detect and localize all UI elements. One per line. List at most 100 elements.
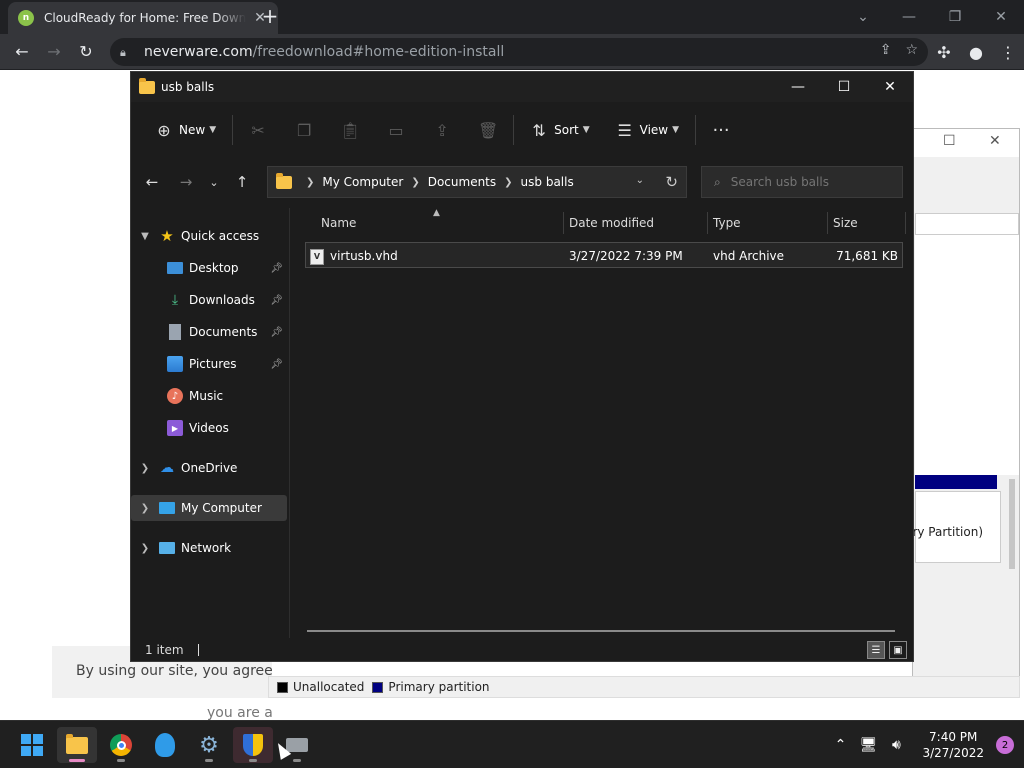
address-bar[interactable]: 🔒︎ neverware.com/freedownload#home-editi… xyxy=(110,38,928,66)
forward-arrow-icon[interactable]: → xyxy=(38,36,70,68)
recent-locations-chevron-icon[interactable]: ⌄ xyxy=(201,167,227,197)
pin-icon[interactable]: 📌︎ xyxy=(270,263,283,274)
disk-scrollbar[interactable] xyxy=(1009,479,1015,569)
show-hidden-icons-chevron-icon[interactable]: ⌃ xyxy=(828,737,852,753)
search-box[interactable]: ⌕ xyxy=(701,166,903,198)
network-monitor-icon[interactable]: 🖥︎ xyxy=(856,737,880,753)
delete-button[interactable]: 🗑︎ xyxy=(473,114,503,146)
forward-arrow-icon[interactable]: → xyxy=(171,167,201,197)
back-arrow-icon[interactable]: ← xyxy=(6,36,38,68)
column-header-date-modified[interactable]: Date modified xyxy=(569,208,654,238)
extensions-puzzle-icon[interactable]: ✣ xyxy=(928,43,960,62)
sidebar-item-quick-access[interactable]: ▼ ★ Quick access xyxy=(131,223,287,249)
chevron-right-icon[interactable]: ❯ xyxy=(131,463,159,474)
scissors-icon: ✂ xyxy=(251,120,265,140)
chrome-toolbar: ← → ↻ 🔒︎ neverware.com/freedownload#home… xyxy=(0,34,1024,70)
chevron-down-icon[interactable]: ▼ xyxy=(131,231,159,242)
file-name: virtusb.vhd xyxy=(330,249,398,263)
sort-button[interactable]: ⇅ Sort ▼ xyxy=(524,114,596,146)
column-header-type[interactable]: Type xyxy=(713,208,741,238)
sidebar-label: Downloads xyxy=(189,293,255,307)
taskbar-chrome[interactable] xyxy=(101,727,141,763)
sidebar-item-music[interactable]: ♪ Music xyxy=(131,383,287,409)
refresh-icon[interactable]: ↻ xyxy=(665,173,678,191)
videos-icon: ▶ xyxy=(167,420,183,436)
large-icons-view-icon[interactable]: ▣ xyxy=(889,641,907,659)
restore-icon[interactable]: ❐ xyxy=(932,0,978,34)
pin-icon[interactable]: 📌︎ xyxy=(270,327,283,338)
pin-icon[interactable]: 📌︎ xyxy=(270,359,283,370)
explorer-titlebar[interactable]: usb balls — ☐ ✕ xyxy=(131,72,913,102)
sidebar-item-pictures[interactable]: Pictures 📌︎ xyxy=(131,351,287,377)
sidebar-item-documents[interactable]: Documents 📌︎ xyxy=(131,319,287,345)
table-row[interactable]: V virtusb.vhd 3/27/2022 7:39 PM vhd Arch… xyxy=(305,242,903,268)
taskbar-tips[interactable] xyxy=(145,727,185,763)
chevron-right-icon[interactable]: ❯ xyxy=(131,543,159,554)
share-icon[interactable]: ⇪ xyxy=(880,42,892,58)
close-window-icon[interactable]: ✕ xyxy=(978,0,1024,34)
sort-ascending-icon: ▲ xyxy=(433,208,440,218)
notification-badge[interactable]: 2 xyxy=(996,736,1014,754)
chrome-menu-icon[interactable]: ⋮ xyxy=(992,43,1024,62)
paste-button[interactable]: 📋︎ xyxy=(335,114,365,146)
sidebar-item-desktop[interactable]: Desktop 📌︎ xyxy=(131,255,287,281)
column-divider[interactable] xyxy=(563,212,564,234)
disk-management-window[interactable]: ☐ ✕ (Recovery Partition) xyxy=(912,128,1020,698)
sidebar-item-onedrive[interactable]: ❯ ☁ OneDrive xyxy=(131,455,287,481)
new-tab-plus-icon[interactable]: + xyxy=(260,6,280,26)
chevron-right-icon[interactable]: ❯ xyxy=(131,503,159,514)
pin-icon[interactable]: 📌︎ xyxy=(270,295,283,306)
clock[interactable]: 7:40 PM 3/27/2022 xyxy=(922,729,984,761)
up-arrow-icon[interactable]: ↑ xyxy=(227,167,257,197)
more-options-button[interactable]: ··· xyxy=(706,114,736,146)
start-button[interactable] xyxy=(12,727,52,763)
column-header-name[interactable]: Name xyxy=(321,208,356,238)
copy-icon: ❐ xyxy=(296,120,312,140)
breadcrumb-documents[interactable]: Documents xyxy=(428,175,496,189)
address-dropdown-icon[interactable]: ⌄ xyxy=(636,175,644,186)
pane-splitter[interactable] xyxy=(289,208,290,638)
new-button[interactable]: ⊕ New ▼ xyxy=(149,114,222,146)
search-input[interactable] xyxy=(730,175,891,189)
rename-button[interactable]: ▭ xyxy=(381,114,411,146)
taskbar-settings[interactable]: ⚙ xyxy=(189,727,229,763)
column-header-size[interactable]: Size xyxy=(833,208,858,238)
breadcrumb-my-computer[interactable]: My Computer xyxy=(322,175,403,189)
details-view-icon[interactable]: ☰ xyxy=(867,641,885,659)
column-divider[interactable] xyxy=(905,212,906,234)
bookmark-star-icon[interactable]: ☆ xyxy=(905,42,918,58)
close-icon[interactable]: ✕ xyxy=(867,72,913,102)
sidebar-item-videos[interactable]: ▶ Videos xyxy=(131,415,287,441)
breadcrumb-usb-balls[interactable]: usb balls xyxy=(521,175,574,189)
taskbar-security-shield[interactable] xyxy=(233,727,273,763)
view-button[interactable]: ☰ View ▼ xyxy=(610,114,685,146)
disk-list-header xyxy=(915,213,1019,235)
browser-tab[interactable]: n CloudReady for Home: Free Download ✕ xyxy=(8,2,278,34)
sidebar-item-my-computer[interactable]: ❯ My Computer xyxy=(131,495,287,521)
reload-icon[interactable]: ↻ xyxy=(70,36,102,68)
column-divider[interactable] xyxy=(707,212,708,234)
pictures-icon xyxy=(167,356,183,372)
horizontal-scrollbar[interactable] xyxy=(307,630,895,632)
trash-icon: 🗑︎ xyxy=(477,120,499,140)
minimize-icon[interactable]: — xyxy=(886,0,932,34)
sidebar-item-network[interactable]: ❯ Network xyxy=(131,535,287,561)
tab-search-chevron-icon[interactable]: ⌄ xyxy=(840,0,886,34)
address-breadcrumb[interactable]: ❯ My Computer ❯ Documents ❯ usb balls ⌄ … xyxy=(267,166,687,198)
maximize-icon[interactable]: ☐ xyxy=(821,72,867,102)
cut-button[interactable]: ✂ xyxy=(243,114,273,146)
folder-icon xyxy=(276,172,292,189)
sidebar-item-downloads[interactable]: ⤓ Downloads 📌︎ xyxy=(131,287,287,313)
minimize-icon[interactable]: — xyxy=(775,72,821,102)
close-icon[interactable]: ✕ xyxy=(989,133,1001,149)
navigation-pane: ▼ ★ Quick access Desktop 📌︎ ⤓ Downloads … xyxy=(131,208,289,638)
copy-button[interactable]: ❐ xyxy=(289,114,319,146)
sidebar-label: My Computer xyxy=(181,501,262,515)
volume-icon[interactable]: 🔊︎ xyxy=(884,737,908,753)
back-arrow-icon[interactable]: ← xyxy=(137,167,167,197)
maximize-icon[interactable]: ☐ xyxy=(943,133,956,149)
profile-avatar-icon[interactable]: ● xyxy=(960,43,992,62)
taskbar-file-explorer[interactable] xyxy=(57,727,97,763)
column-divider[interactable] xyxy=(827,212,828,234)
share-button[interactable]: ⇪ xyxy=(427,114,457,146)
